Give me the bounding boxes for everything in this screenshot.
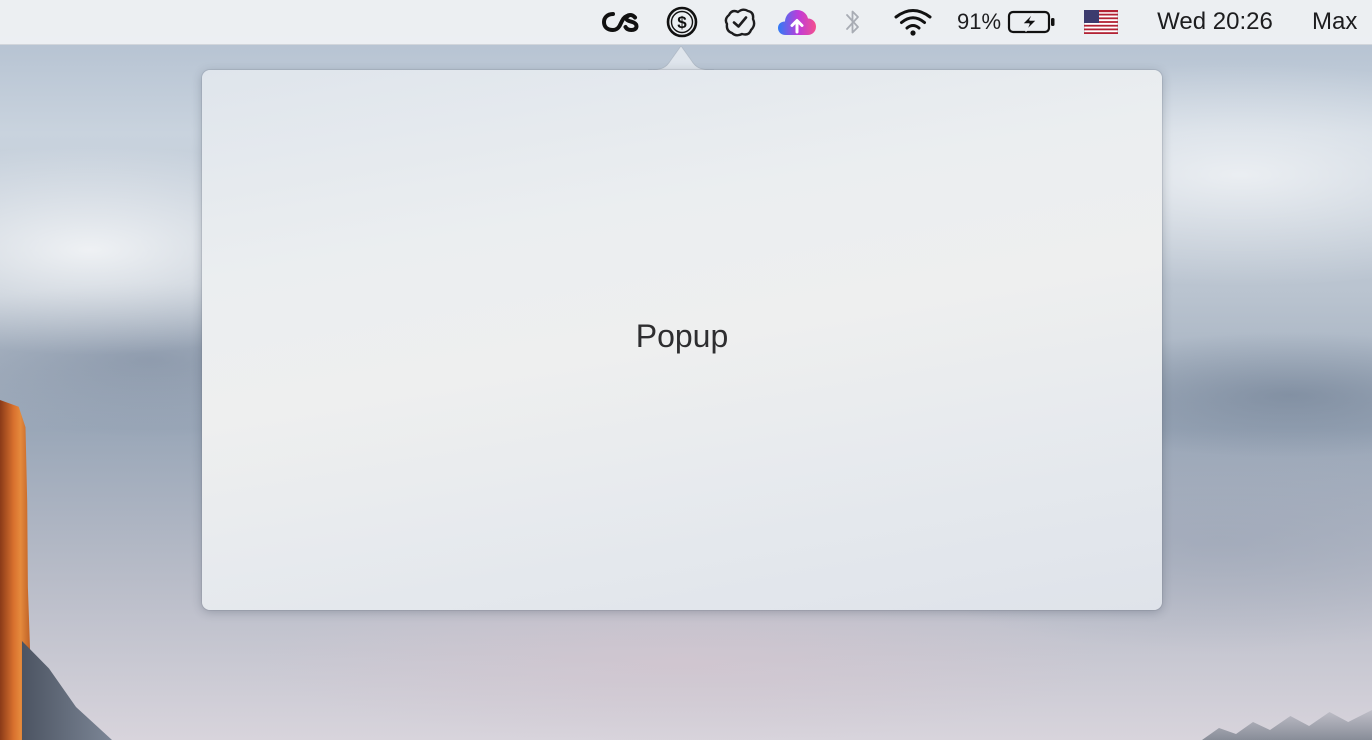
wifi-icon[interactable] [890, 0, 936, 44]
bluetooth-icon[interactable] [838, 0, 868, 44]
check-badge-icon[interactable] [719, 0, 761, 44]
clock-text: Wed 20:26 [1157, 8, 1273, 35]
wallpaper-rock-shadow [22, 641, 112, 740]
lastfm-icon[interactable] [598, 0, 646, 44]
battery-percentage[interactable]: 91% [954, 0, 1004, 44]
desktop-wallpaper: $ 91% Wed 20:26 Max Popup [0, 0, 1372, 740]
battery-percentage-text: 91% [956, 9, 1002, 34]
svg-text:$: $ [677, 13, 687, 32]
popup-window[interactable]: Popup [202, 70, 1162, 610]
menubar-clock[interactable]: Wed 20:26 [1140, 0, 1290, 44]
menubar-user[interactable]: Max [1312, 0, 1372, 44]
popup-label: Popup [635, 317, 729, 354]
popup-arrow [648, 46, 714, 72]
us-flag-icon[interactable] [1082, 0, 1120, 44]
cloud-upload-icon[interactable] [774, 0, 820, 44]
battery-charging-icon[interactable] [1006, 0, 1058, 44]
wallpaper-trees [1202, 710, 1372, 740]
dollar-circle-icon[interactable]: $ [662, 0, 702, 44]
menu-bar: $ 91% Wed 20:26 Max [0, 0, 1372, 45]
user-name-text: Max [1312, 8, 1358, 35]
